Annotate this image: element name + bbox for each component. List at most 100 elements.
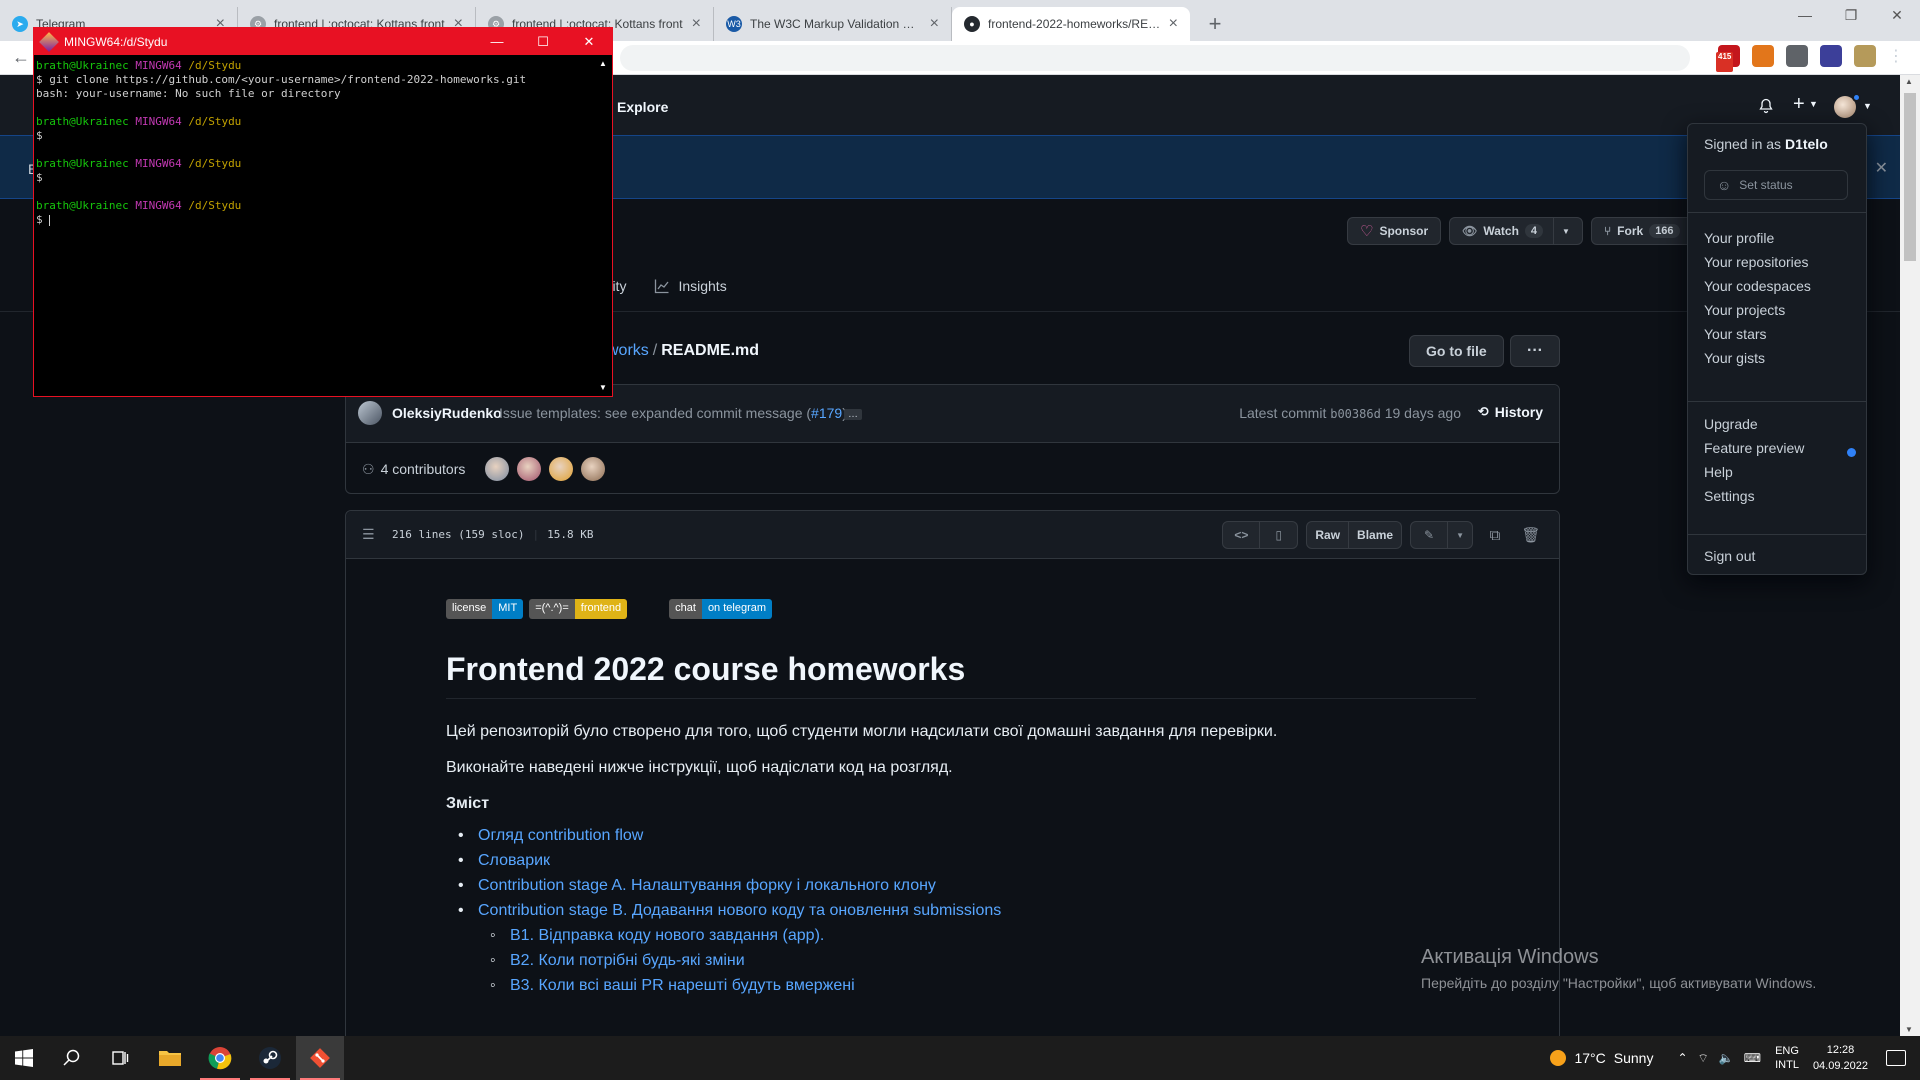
file-view-icon[interactable]: ▯: [1260, 521, 1299, 549]
address-bar[interactable]: [620, 45, 1690, 71]
menu-item[interactable]: Your gists: [1704, 350, 1765, 366]
menu-item[interactable]: Your repositories: [1704, 254, 1809, 270]
clock[interactable]: 12:28 04.09.2022: [1813, 1042, 1868, 1074]
contributor-avatar[interactable]: [485, 457, 510, 481]
raw-button[interactable]: Raw: [1306, 521, 1350, 549]
browser-tab[interactable]: W3 The W3C Markup Validation Serv ×: [714, 7, 952, 41]
menu-item[interactable]: Settings: [1704, 488, 1755, 504]
menu-item[interactable]: Your codespaces: [1704, 278, 1811, 294]
commit-sha[interactable]: b00386d: [1330, 407, 1381, 421]
trash-icon[interactable]: 🗑: [1517, 526, 1545, 544]
tab-insights[interactable]: Insights: [678, 278, 726, 294]
sponsor-button[interactable]: ♡ Sponsor: [1347, 217, 1442, 245]
tab-close-icon[interactable]: ×: [1169, 15, 1178, 33]
notifications-icon[interactable]: [1886, 1050, 1906, 1066]
pr-link[interactable]: #179: [811, 405, 842, 421]
metamask-icon[interactable]: [1752, 45, 1774, 67]
code-view-icon[interactable]: <>: [1222, 521, 1261, 549]
close-icon[interactable]: ✕: [1875, 158, 1888, 178]
file-explorer-icon[interactable]: [146, 1036, 194, 1080]
watch-button[interactable]: 👁 Watch 4 ▼: [1449, 217, 1583, 245]
new-tab-button[interactable]: +: [1200, 9, 1230, 39]
menu-item[interactable]: Upgrade: [1704, 416, 1758, 432]
set-status-button[interactable]: ☺ Set status: [1704, 170, 1848, 200]
menu-item[interactable]: Your stars: [1704, 326, 1767, 342]
menu-item[interactable]: Your profile: [1704, 230, 1774, 246]
chat-badge[interactable]: chat on telegram: [669, 599, 773, 619]
chevron-up-icon[interactable]: ⌃: [1677, 1051, 1687, 1065]
scroll-up-arrow-icon[interactable]: ▲: [1905, 77, 1913, 86]
terminal-input-line[interactable]: $: [36, 213, 596, 227]
toc-sublink[interactable]: B1. Відправка коду нового завдання (app)…: [446, 927, 1476, 945]
blame-button[interactable]: Blame: [1349, 521, 1403, 549]
vpn-icon[interactable]: [1820, 45, 1842, 67]
close-button[interactable]: ✕: [1874, 0, 1920, 30]
scroll-down-arrow-icon[interactable]: ▼: [599, 383, 607, 392]
menu-item[interactable]: Help: [1704, 464, 1733, 480]
terminal-scrollbar[interactable]: ▲ ▼: [595, 55, 612, 396]
readme-badge[interactable]: =(^.^)= frontend: [529, 599, 628, 619]
tab-close-icon[interactable]: ×: [692, 15, 701, 33]
toc-sublink[interactable]: B2. Коли потрібні будь-які зміни: [446, 952, 1476, 970]
toc-link[interactable]: Огляд contribution flow: [446, 827, 1476, 845]
menu-kebab-icon[interactable]: ⋮: [1888, 46, 1904, 66]
more-options-button[interactable]: ···: [1510, 335, 1560, 367]
globe-icon[interactable]: [1786, 45, 1808, 67]
close-button[interactable]: ✕: [566, 28, 612, 55]
commit-message[interactable]: Issue templates: see expanded commit mes…: [499, 405, 847, 421]
scroll-up-arrow-icon[interactable]: ▲: [599, 59, 607, 68]
minimize-button[interactable]: —: [474, 28, 520, 55]
profile-icon[interactable]: [1854, 45, 1876, 67]
volume-icon[interactable]: 🔈: [1719, 1051, 1734, 1065]
steam-taskbar-icon[interactable]: [246, 1036, 294, 1080]
pencil-icon[interactable]: ✎: [1410, 521, 1449, 549]
contributor-avatar[interactable]: [517, 457, 542, 481]
toc-sublink[interactable]: B3. Коли всі ваші PR нарешті будуть вмер…: [446, 977, 1476, 995]
wifi-icon[interactable]: ⌔: [1698, 1051, 1709, 1066]
ublock-icon[interactable]: 415: [1716, 45, 1740, 72]
git-bash-taskbar-icon[interactable]: [296, 1036, 344, 1080]
maximize-button[interactable]: ❐: [1828, 0, 1874, 30]
history-link[interactable]: ⟲ History: [1478, 404, 1543, 420]
create-new-icon[interactable]: +: [1793, 93, 1805, 116]
toc-link[interactable]: Contribution stage B. Додавання нового к…: [446, 902, 1476, 920]
contributor-avatar[interactable]: [549, 457, 574, 481]
readme-badge[interactable]: license MIT: [446, 599, 524, 619]
go-to-file-button[interactable]: Go to file: [1409, 335, 1504, 367]
minimize-button[interactable]: —: [1782, 0, 1828, 30]
browser-tab[interactable]: ● frontend-2022-homeworks/READ ×: [952, 7, 1190, 41]
tab-close-icon[interactable]: ×: [930, 15, 939, 33]
expand-message-button[interactable]: …: [844, 409, 862, 420]
commit-author[interactable]: OleksiyRudenko: [392, 405, 502, 421]
nav-explore-link[interactable]: Explore: [617, 99, 668, 115]
fork-button[interactable]: ⑂ Fork 166: [1590, 217, 1693, 245]
toc-link[interactable]: Contribution stage A. Налаштування форку…: [446, 877, 1476, 895]
author-avatar[interactable]: [358, 401, 382, 425]
chevron-down-icon[interactable]: ▼: [1562, 227, 1570, 236]
terminal-output[interactable]: brath@Ukrainec MINGW64 /d/Stydu $ git clo…: [36, 59, 596, 389]
contributor-avatar[interactable]: [581, 457, 606, 481]
menu-item-sign-out[interactable]: Sign out: [1704, 548, 1755, 564]
terminal-titlebar[interactable]: MINGW64:/d/Stydu — ☐ ✕: [34, 28, 612, 55]
breadcrumb-repo-link[interactable]: works: [607, 342, 649, 359]
weather-widget[interactable]: 17°C Sunny: [1550, 1050, 1653, 1066]
scroll-down-arrow-icon[interactable]: ▼: [1905, 1025, 1913, 1034]
bell-icon[interactable]: [1758, 98, 1774, 114]
scrollbar-thumb[interactable]: [1904, 93, 1916, 261]
menu-item[interactable]: Feature preview: [1704, 440, 1804, 456]
toc-link[interactable]: Словарик: [446, 852, 1476, 870]
outline-icon[interactable]: ☰: [362, 526, 375, 543]
contributors-count[interactable]: 4 contributors: [381, 461, 466, 477]
language-indicator[interactable]: ENG INTL: [1775, 1044, 1799, 1072]
search-icon[interactable]: [48, 1036, 96, 1080]
task-view-icon[interactable]: [96, 1036, 144, 1080]
start-button[interactable]: [0, 1036, 48, 1080]
menu-item[interactable]: Your projects: [1704, 302, 1785, 318]
chevron-down-icon[interactable]: ▼: [1448, 521, 1473, 549]
copy-icon[interactable]: ⧉: [1481, 527, 1509, 544]
maximize-button[interactable]: ☐: [520, 28, 566, 55]
page-scrollbar[interactable]: ▲ ▼: [1900, 75, 1920, 1036]
keyboard-icon[interactable]: ⌨: [1744, 1051, 1761, 1065]
back-arrow-icon[interactable]: ←: [12, 47, 30, 68]
chrome-taskbar-icon[interactable]: [196, 1036, 244, 1080]
